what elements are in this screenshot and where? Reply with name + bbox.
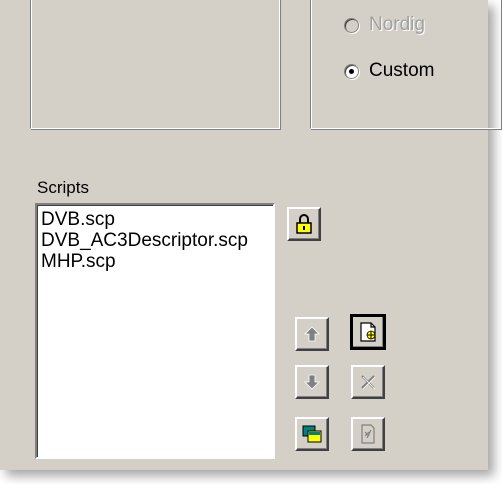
scripts-listbox[interactable]: DVB.scp DVB_AC3Descriptor.scp MHP.scp <box>35 203 275 459</box>
nordig-radio[interactable]: Nordig <box>344 14 425 36</box>
arrow-up-icon <box>302 324 322 344</box>
list-item[interactable]: DVB_AC3Descriptor.scp <box>37 230 273 251</box>
move-down-button[interactable] <box>295 365 329 399</box>
nordig-radio-label: Nordig <box>369 14 425 35</box>
add-script-button[interactable] <box>350 314 386 350</box>
edit-file-icon <box>358 423 378 445</box>
arrow-down-icon <box>302 372 322 392</box>
lock-icon <box>294 213 314 235</box>
move-up-button[interactable] <box>295 317 329 351</box>
custom-radio-label: Custom <box>369 60 435 81</box>
delete-x-icon <box>358 372 378 392</box>
copy-script-button[interactable] <box>295 417 329 451</box>
custom-radio-circle[interactable] <box>344 63 359 79</box>
dialog-panel: Nordig Custom Scripts DVB.scp DVB_AC3Des… <box>0 0 501 470</box>
custom-radio[interactable]: Custom <box>344 60 434 82</box>
copy-icon <box>301 424 323 444</box>
list-item[interactable]: MHP.scp <box>37 251 273 272</box>
list-item[interactable]: DVB.scp <box>37 209 273 230</box>
add-file-icon <box>357 321 379 343</box>
lock-button[interactable] <box>287 207 321 241</box>
delete-script-button[interactable] <box>351 365 385 399</box>
nordig-radio-circle[interactable] <box>344 17 359 33</box>
scripts-label: Scripts <box>37 178 89 197</box>
left-group-box <box>30 0 280 129</box>
edit-script-button[interactable] <box>351 417 385 451</box>
